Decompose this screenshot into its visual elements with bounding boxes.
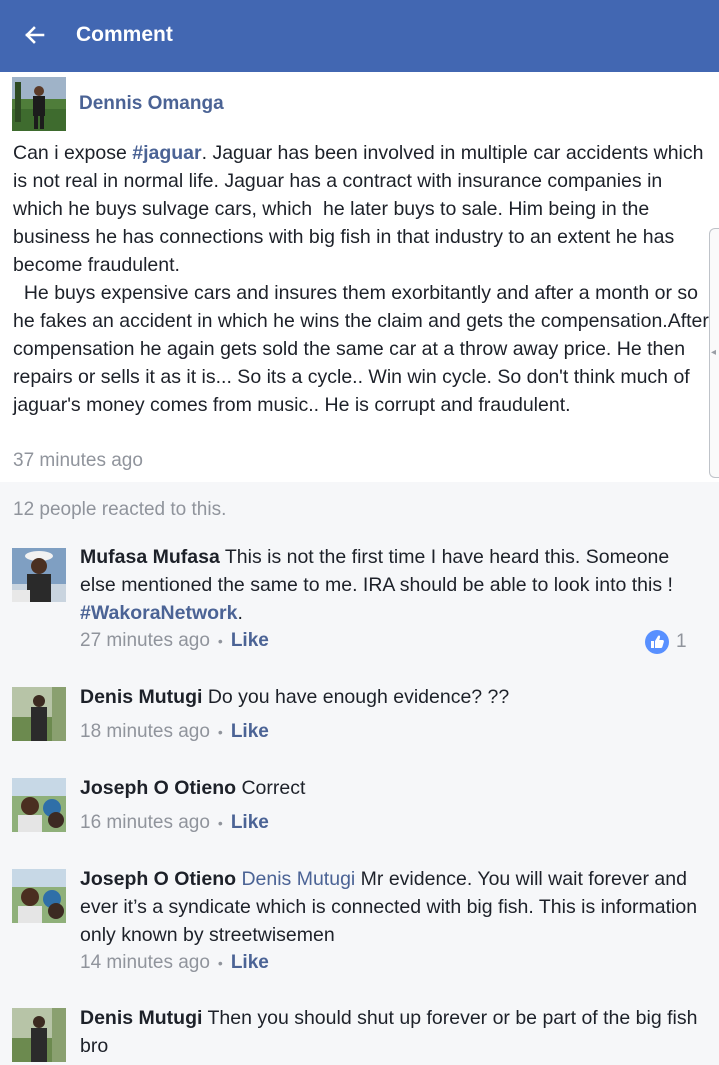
comment-text: Denis Mutugi Then you should shut up for… [80,1004,705,1060]
avatar[interactable] [12,77,66,131]
comment-meta: 16 minutes ago • Like [80,809,269,837]
post-body: Can i expose #jaguar. Jaguar has been in… [13,139,713,419]
thumbs-up-icon [645,630,669,654]
avatar[interactable] [12,1008,66,1062]
chevron-left-icon: ◂ [711,347,717,358]
separator-dot: • [217,633,223,649]
like-button[interactable]: Like [231,952,269,973]
comments-section: 12 people reacted to this. Mufasa Mufasa… [0,482,719,1065]
comment-timestamp: 14 minutes ago [80,952,210,973]
comment-timestamp: 16 minutes ago [80,812,210,833]
avatar[interactable] [12,778,66,832]
scrollbar[interactable]: ◂ [709,228,719,478]
post-body-text: Can i expose [13,142,133,164]
commenter-name[interactable]: Denis Mutugi [80,1007,202,1029]
comment-text: Denis Mutugi Do you have enough evidence… [80,683,705,711]
comment-body: Do you have enough evidence? ?? [202,686,510,708]
comment-meta: 27 minutes ago • Like [80,627,269,655]
hashtag-link[interactable]: #WakoraNetwork [80,602,238,624]
post-author-name[interactable]: Dennis Omanga [79,90,224,118]
commenter-name[interactable]: Denis Mutugi [80,686,202,708]
like-button[interactable]: Like [231,812,269,833]
mention-link[interactable]: Denis Mutugi [236,868,355,890]
separator-dot: • [217,955,223,971]
arrow-left-icon[interactable] [24,20,52,50]
separator-dot: • [217,815,223,831]
avatar[interactable] [12,687,66,741]
post-body-text: . Jaguar has been involved in multiple c… [13,142,709,416]
comment-meta: 18 minutes ago • Like [80,718,269,746]
comment-body: Correct [236,777,306,799]
comment-text: Joseph O Otieno Correct [80,774,705,802]
comment-timestamp: 27 minutes ago [80,630,210,651]
like-button[interactable]: Like [231,721,269,742]
comment-timestamp: 18 minutes ago [80,721,210,742]
commenter-name[interactable]: Joseph O Otieno [80,777,236,799]
comment-body: . [237,602,243,624]
like-count-number: 1 [676,631,687,652]
post-timestamp: 37 minutes ago [13,450,143,471]
post: Dennis Omanga Can i expose #jaguar. Jagu… [0,72,719,482]
top-bar: Comment [0,0,719,72]
like-button[interactable]: Like [231,630,269,651]
commenter-name[interactable]: Joseph O Otieno [80,868,236,890]
separator-dot: • [217,724,223,740]
avatar[interactable] [12,548,66,602]
reactions-summary[interactable]: 12 people reacted to this. [13,496,226,524]
page-title: Comment [76,23,173,46]
comment-meta: 14 minutes ago • Like [80,949,269,977]
avatar[interactable] [12,869,66,923]
comment-text: Joseph O Otieno Denis Mutugi Mr evidence… [80,865,705,949]
hashtag-link[interactable]: #jaguar [132,142,201,164]
comment-text: Mufasa Mufasa This is not the first time… [80,543,705,627]
commenter-name[interactable]: Mufasa Mufasa [80,546,220,568]
